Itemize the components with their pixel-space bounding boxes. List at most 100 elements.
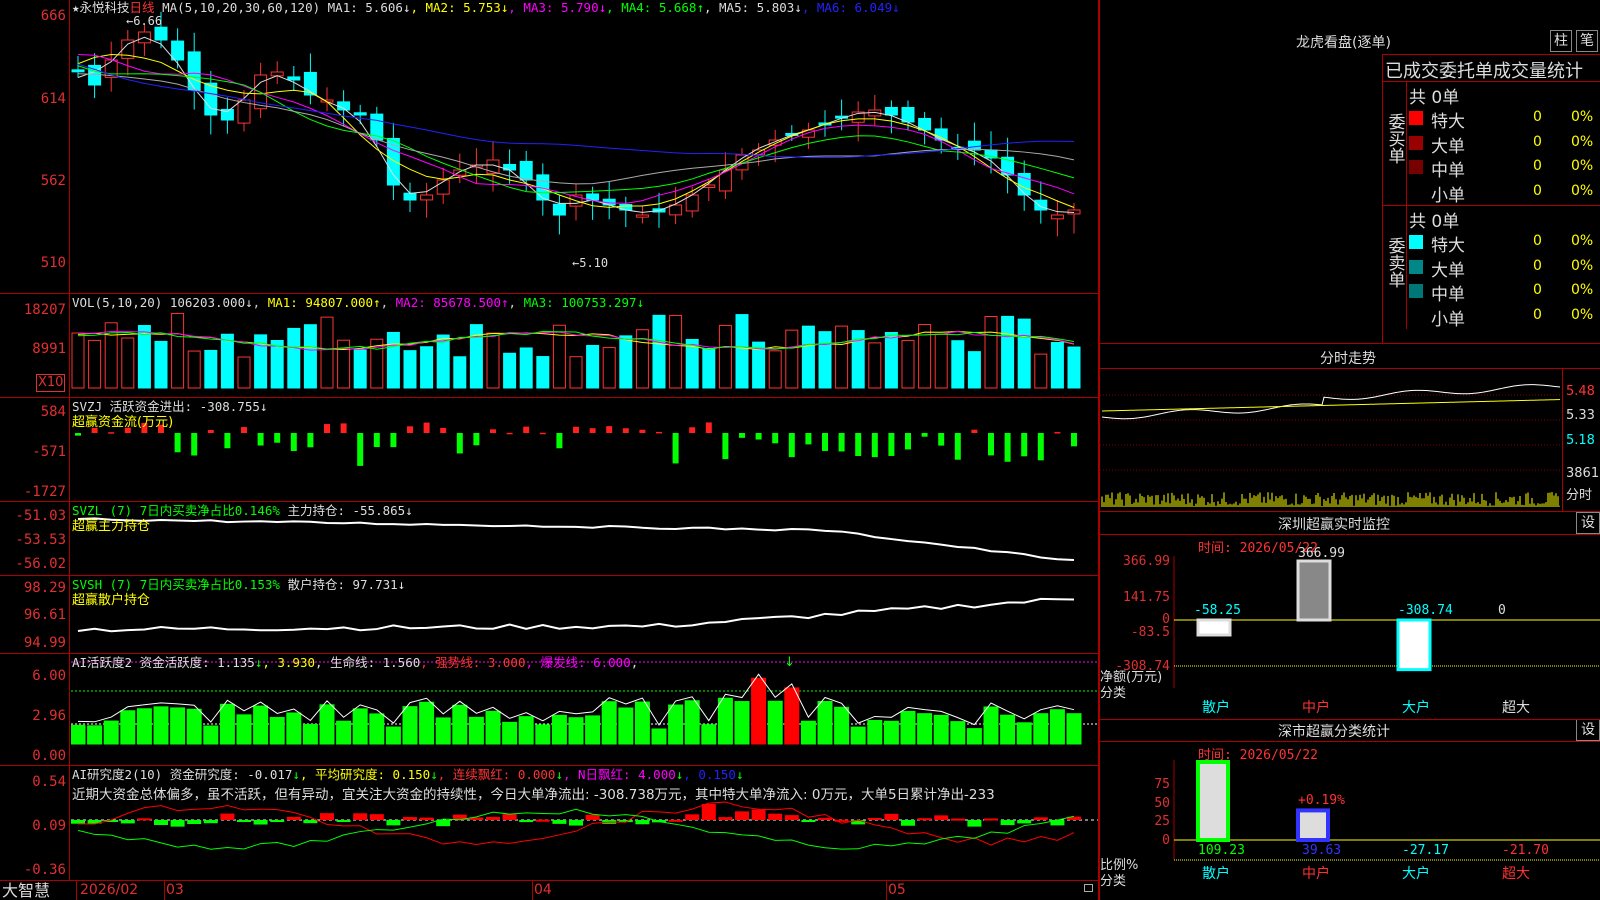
- intraday-vol-label: 3861: [1566, 466, 1600, 481]
- sz-bar: [1196, 618, 1232, 637]
- fund-bar: [556, 433, 563, 449]
- activity-bar: [435, 717, 451, 745]
- sc-y-label: 25: [1154, 814, 1170, 829]
- candle: [187, 51, 201, 91]
- activity-bar: [87, 725, 103, 745]
- fund-bar: [988, 433, 994, 456]
- longhu-row-pct: 0%: [1571, 133, 1594, 150]
- ma-legend-item: , MA3: 5.790↓: [508, 0, 607, 15]
- activity-bar: [817, 700, 833, 745]
- research-bar: [369, 814, 384, 820]
- ai-activity-pane[interactable]: 6.00 2.96 0.00 AI活跃度2 资金活跃度: 1.135↓, 3.9…: [0, 654, 1098, 766]
- bar-toggle-button[interactable]: 柱: [1550, 30, 1572, 52]
- activity-bar: [203, 725, 219, 745]
- activity-bar: [1066, 713, 1082, 745]
- fund-bar: [788, 433, 795, 458]
- candle: [71, 69, 85, 73]
- ai-research-pane[interactable]: 0.54 0.09 -0.36 AI研究度2(10) 资金研究度: -0.017…: [0, 766, 1098, 880]
- volume-bar: [386, 331, 400, 389]
- volume-bar: [669, 314, 683, 389]
- volume-bar: [303, 324, 317, 389]
- sz-monitor-chart[interactable]: 366.99 141.75 0 -83.5 -308.74 -58.25 散户 366.99 中…: [1100, 512, 1600, 720]
- sc-value-label: -27.17: [1402, 843, 1449, 858]
- volume-header: VOL(5,10,20) 106203.000↓, MA1: 94807.000…: [72, 295, 645, 310]
- ai-research-chart[interactable]: [71, 766, 1098, 880]
- intraday-panel[interactable]: 分时走势 5.48 5.33 5.18 3861 分时: [1100, 344, 1600, 512]
- fund-bar: [357, 433, 364, 466]
- volume-bar: [735, 314, 749, 389]
- ma-params: MA(5,10,20,30,60,120): [162, 0, 321, 15]
- activity-bar: [468, 716, 484, 745]
- research-bar: [336, 820, 351, 822]
- lock-icon[interactable]: [1084, 884, 1093, 892]
- fund-bar: [938, 433, 945, 446]
- color-swatch: [1409, 308, 1423, 323]
- research-bar: [220, 813, 235, 820]
- activity-bar: [983, 706, 999, 745]
- activity-bar: [933, 714, 949, 745]
- research-bar: [984, 818, 998, 821]
- sz-value-label: -308.74: [1398, 603, 1453, 618]
- research-bar: [253, 820, 268, 825]
- longhu-subtitle: 已成交委托单成交量统计: [1385, 61, 1583, 82]
- period-label[interactable]: 日线: [130, 0, 155, 15]
- fund-bar: [473, 433, 480, 446]
- main-holding-line: [77, 517, 1075, 562]
- kline-pane[interactable]: 666 614 562 510 ★永悦科技日线 MA(5,10,20,30,60…: [0, 0, 1098, 294]
- research-bar: [403, 817, 417, 820]
- fund-flow-pane[interactable]: 584 -571 -1727 SVZJ 活跃资金进出: -308.755↓ 超赢…: [0, 398, 1098, 502]
- activity-bar: [71, 724, 86, 745]
- main-holding-pane[interactable]: -51.03 -53.53 -56.02 SVZL (7) 7日内买卖净占比0.…: [0, 502, 1098, 576]
- activity-bar: [153, 706, 169, 745]
- fund-bar: [739, 433, 745, 438]
- sc-stats-panel: 深市超赢分类统计 设 时间: 2026/05/22 75 50 25 0 +0.19% 1…: [1100, 720, 1600, 900]
- retail-holding-pane[interactable]: 98.29 96.61 94.99 SVSH (7) 7日内买卖净占比0.153…: [0, 576, 1098, 654]
- fund-y-label: 584: [40, 404, 66, 420]
- fund-bar: [324, 424, 330, 433]
- longhu-row-pct: 0%: [1571, 233, 1594, 249]
- color-swatch: [1409, 259, 1423, 274]
- fund-bar: [257, 433, 264, 446]
- activity-bar: [834, 706, 850, 745]
- pen-toggle-button[interactable]: 笔: [1576, 30, 1598, 52]
- ai1-y-label: 2.96: [32, 708, 66, 724]
- sc-stats-chart[interactable]: 75 50 25 0 +0.19% 109.23 散户 39.63 中户 -27.17 大户 -21.…: [1100, 720, 1600, 900]
- intraday-vol-unit: 分时: [1566, 488, 1593, 503]
- activity-bar: [120, 710, 136, 745]
- kline-chart[interactable]: [71, 0, 1098, 293]
- fund-bar: [390, 433, 397, 448]
- fund-bar: [1004, 433, 1011, 462]
- x-axis-bar: 大智慧 2026/02 03 04 05: [0, 880, 1098, 900]
- vol-y-label: 18207: [23, 302, 66, 318]
- sc-annotation: +0.19%: [1298, 793, 1345, 808]
- fund-bar: [274, 433, 281, 443]
- candle: [967, 140, 981, 151]
- research-bar: [784, 815, 799, 820]
- research-bar: [917, 818, 932, 821]
- retail-holding-line: [77, 597, 1075, 633]
- research-bar: [519, 820, 534, 823]
- volume-bar: [884, 331, 898, 389]
- fund-bar: [888, 433, 895, 456]
- volume-bar: [503, 352, 517, 389]
- volume-bar: [835, 325, 849, 389]
- research-bar: [137, 818, 152, 821]
- research-bar: [71, 820, 85, 824]
- research-bar: [818, 817, 832, 820]
- ai-activity-header: AI活跃度2 资金活跃度: 1.135↓, 3.930, 生命线: 1.560,…: [72, 655, 639, 670]
- ai1-y-label: 0.00: [32, 748, 66, 764]
- kline-y-label: 614: [40, 91, 66, 107]
- color-swatch: [1409, 235, 1423, 249]
- sc-y-label: 75: [1154, 777, 1170, 792]
- color-swatch: [1409, 111, 1423, 125]
- volume-pane[interactable]: 18207 8991 X10 VOL(5,10,20) 106203.000↓,…: [0, 294, 1098, 398]
- intraday-chart[interactable]: [1100, 369, 1560, 509]
- stock-name[interactable]: ★永悦科技: [72, 0, 130, 15]
- candle: [171, 40, 185, 61]
- sc-category-label: 散户: [1202, 865, 1230, 882]
- kline-y-label: 562: [40, 173, 66, 189]
- fund-bar: [622, 428, 629, 433]
- sc-bar: [1296, 808, 1330, 842]
- candle: [1034, 199, 1048, 211]
- longhu-row-label: 小单: [1431, 309, 1465, 330]
